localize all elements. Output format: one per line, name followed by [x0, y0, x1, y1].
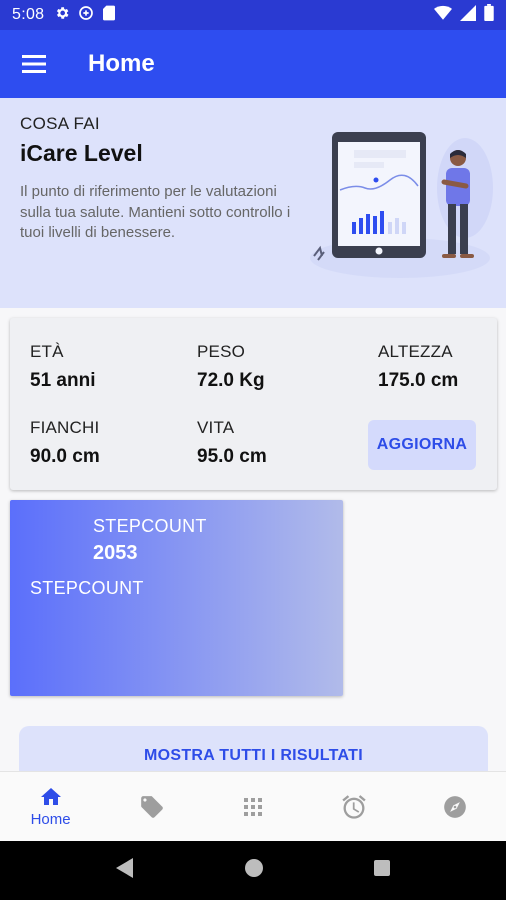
height-label: ALTEZZA [378, 342, 453, 361]
weight-value: 72.0 Kg [197, 370, 265, 391]
battery-icon [484, 4, 494, 26]
update-button[interactable]: AGGIORNA [368, 420, 476, 470]
weight-field: PESO 72.0 Kg [197, 342, 265, 392]
home-system-button[interactable] [244, 858, 264, 883]
height-field: ALTEZZA 175.0 cm [378, 342, 458, 392]
tag-icon [140, 795, 163, 818]
age-label: ETÀ [30, 342, 64, 361]
nav-label-home: Home [30, 811, 71, 828]
sd-card-icon [102, 5, 116, 26]
age-value: 51 anni [30, 370, 96, 391]
home-circle-icon [244, 859, 263, 877]
hips-field: FIANCHI 90.0 cm [30, 418, 100, 468]
bottom-nav: Home [0, 771, 506, 841]
waist-value: 95.0 cm [197, 446, 267, 467]
stepcount-subtitle: STEPCOUNT [30, 578, 144, 598]
compass-icon [444, 795, 467, 818]
recents-button[interactable] [373, 859, 391, 882]
stepcount-label: STEPCOUNT [93, 516, 207, 536]
hero-section: COSA FAI iCare Level Il punto di riferim… [0, 98, 506, 308]
hero-kicker: COSA FAI [20, 114, 100, 133]
status-bar: 5:08 [0, 0, 506, 30]
settings-icon [54, 5, 70, 26]
hips-label: FIANCHI [30, 418, 100, 437]
weight-label: PESO [197, 342, 246, 361]
hips-value: 90.0 cm [30, 446, 100, 467]
nav-item-home[interactable]: Home [0, 772, 101, 841]
hero-heading: iCare Level [20, 140, 143, 166]
nav-item-alarm[interactable] [304, 772, 405, 841]
stepcount-value: 2053 [93, 542, 138, 564]
page-title: Home [88, 50, 155, 77]
data-saver-icon [78, 5, 94, 26]
profile-card: ETÀ 51 anni PESO 72.0 Kg ALTEZZA 175.0 c… [10, 318, 497, 490]
system-nav-bar [0, 841, 506, 900]
hamburger-icon [22, 55, 46, 73]
menu-button[interactable] [0, 30, 70, 98]
recents-square-icon [374, 860, 391, 876]
nav-item-tags[interactable] [101, 772, 202, 841]
stepcount-tile[interactable]: STEPCOUNT 2053 STEPCOUNT [10, 500, 343, 696]
back-button[interactable] [115, 857, 135, 884]
height-value: 175.0 cm [378, 370, 459, 391]
app-bar: Home [0, 30, 506, 98]
hero-description: Il punto di riferimento per le valutazio… [20, 183, 291, 241]
back-triangle-icon [115, 858, 133, 878]
waist-label: VITA [197, 418, 235, 437]
grid-icon [244, 797, 262, 816]
tablet-person-illustration [310, 132, 493, 278]
alarm-icon [342, 794, 366, 819]
signal-icon [460, 4, 476, 26]
waist-field: VITA 95.0 cm [197, 418, 267, 468]
age-field: ETÀ 51 anni [30, 342, 95, 392]
status-time: 5:08 [12, 6, 45, 23]
nav-item-explore[interactable] [405, 772, 506, 841]
home-icon [40, 788, 61, 805]
nav-item-apps[interactable] [202, 772, 303, 841]
wifi-icon [434, 5, 452, 26]
